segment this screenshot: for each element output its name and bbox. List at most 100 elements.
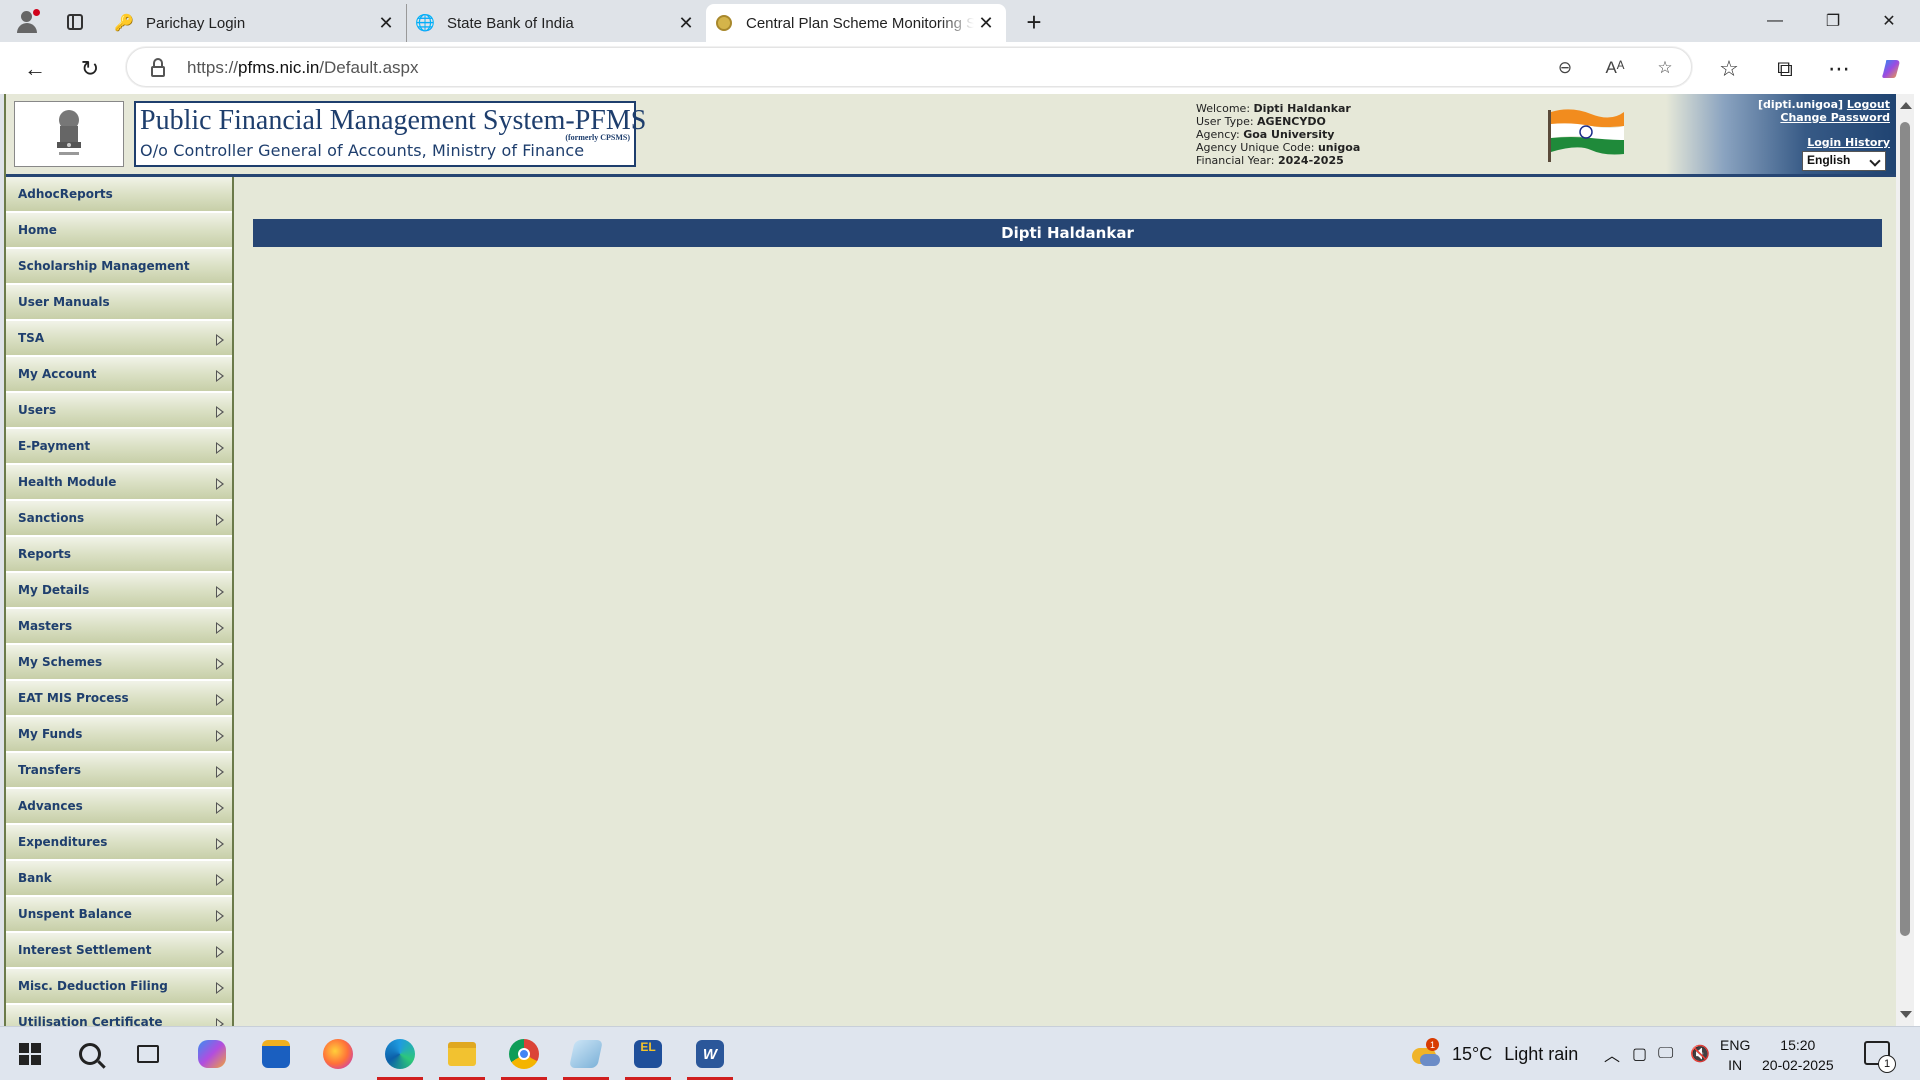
submenu-arrow-icon [216, 586, 224, 598]
scroll-down-icon[interactable] [1900, 1011, 1912, 1018]
sidebar-item-unspent-balance[interactable]: Unspent Balance [6, 897, 232, 933]
sidebar-item-users[interactable]: Users [6, 393, 232, 429]
file-explorer-icon[interactable] [439, 1034, 485, 1080]
el-app-icon[interactable]: EL [625, 1034, 671, 1080]
sidebar-item-tsa[interactable]: TSA [6, 321, 232, 357]
search-icon[interactable] [70, 1034, 110, 1074]
tab-title: State Bank of India [447, 14, 574, 32]
favorite-star-icon[interactable]: ☆ [1651, 55, 1679, 81]
change-password-link[interactable]: Change Password [1758, 111, 1890, 124]
firefox-icon[interactable] [318, 1034, 358, 1074]
restore-icon[interactable]: ❐ [1810, 6, 1856, 36]
notepad-icon[interactable] [563, 1034, 609, 1080]
profile-icon[interactable] [14, 9, 40, 35]
refresh-icon[interactable]: ↻ [75, 54, 105, 84]
sidebar-item-advances[interactable]: Advances [6, 789, 232, 825]
favorites-icon[interactable]: ☆ [1714, 54, 1744, 84]
sidebar-item-utilisation-certificate[interactable]: Utilisation Certificate [6, 1005, 232, 1026]
logout-link[interactable]: Logout [1847, 98, 1890, 111]
sidebar-item-interest-settlement[interactable]: Interest Settlement [6, 933, 232, 969]
sidebar-item-e-payment[interactable]: E-Payment [6, 429, 232, 465]
scroll-up-icon[interactable] [1900, 102, 1912, 109]
sidebar-item-masters[interactable]: Masters [6, 609, 232, 645]
start-windows-icon[interactable] [10, 1034, 50, 1074]
chrome-icon[interactable] [501, 1034, 547, 1080]
national-emblem-logo [14, 101, 124, 167]
sidebar-item-my-schemes[interactable]: My Schemes [6, 645, 232, 681]
sidebar-item-label: Scholarship Management [18, 259, 190, 273]
tab-state-bank[interactable]: 🌐 State Bank of India ✕ [406, 4, 706, 42]
volume-muted-icon[interactable]: 🔇 [1690, 1027, 1710, 1080]
sidebar-item-label: Reports [18, 547, 72, 561]
submenu-arrow-icon [216, 838, 224, 850]
sidebar-item-my-details[interactable]: My Details [6, 573, 232, 609]
edge-browser-icon[interactable] [377, 1034, 423, 1080]
read-aloud-icon[interactable]: Aᴬ [1601, 55, 1629, 81]
sidebar-item-health-module[interactable]: Health Module [6, 465, 232, 501]
globe-icon: 🌐 [415, 15, 435, 32]
address-bar[interactable]: https://pfms.nic.in/Default.aspx ⊖ Aᴬ ☆ [126, 47, 1692, 87]
submenu-arrow-icon [216, 514, 224, 526]
sidebar-item-misc-deduction-filing[interactable]: Misc. Deduction Filing [6, 969, 232, 1005]
clock-time: 15:20 [1780, 1037, 1816, 1053]
user-type: AGENCYDO [1257, 115, 1326, 128]
tab-actions-icon[interactable] [62, 9, 88, 35]
input-language[interactable]: ENG IN [1720, 1035, 1750, 1075]
sidebar-item-reports[interactable]: Reports [6, 537, 232, 573]
submenu-arrow-icon [216, 982, 224, 994]
close-icon[interactable]: ✕ [974, 11, 998, 35]
weather-temp: 15°C [1452, 1043, 1493, 1064]
sidebar-item-label: Masters [18, 619, 73, 633]
meet-now-icon[interactable]: ▢ [1632, 1027, 1647, 1080]
scrollbar-thumb[interactable] [1900, 122, 1910, 936]
sidebar-item-label: E-Payment [18, 439, 91, 453]
user-login-id: [dipti.unigoa] [1757, 98, 1844, 111]
system-clock[interactable]: 15:20 20-02-2025 [1762, 1035, 1834, 1075]
submenu-arrow-icon [216, 370, 224, 382]
financial-year: 2024-2025 [1277, 154, 1344, 167]
minimize-icon[interactable]: — [1752, 6, 1798, 36]
sidebar-item-adhocreports[interactable]: AdhocReports [6, 177, 232, 213]
back-arrow-icon[interactable]: ← [20, 54, 50, 84]
vertical-scrollbar[interactable] [1896, 94, 1914, 1026]
sidebar-item-label: Health Module [18, 475, 117, 489]
login-history-link[interactable]: Login History [1758, 136, 1890, 149]
sidebar-item-label: My Account [18, 367, 97, 381]
sidebar-item-bank[interactable]: Bank [6, 861, 232, 897]
copilot-app-icon[interactable] [192, 1034, 232, 1074]
pfms-logo[interactable]: Public Financial Management System-PFMS … [134, 101, 646, 167]
show-hidden-icons[interactable]: ︿ [1604, 1027, 1620, 1080]
language-select[interactable]: English [1802, 151, 1886, 171]
more-options-icon[interactable]: ⋯ [1824, 54, 1854, 84]
lock-icon[interactable] [151, 58, 165, 78]
tab-parichay-login[interactable]: 🔑 Parichay Login ✕ [106, 4, 406, 42]
sidebar-item-label: Misc. Deduction Filing [18, 979, 168, 993]
sidebar-item-home[interactable]: Home [6, 213, 232, 249]
url-text[interactable]: https://pfms.nic.in/Default.aspx [187, 58, 419, 78]
word-icon[interactable]: W [687, 1034, 733, 1080]
sidebar-item-sanctions[interactable]: Sanctions [6, 501, 232, 537]
sidebar-item-label: Advances [18, 799, 83, 813]
submenu-arrow-icon [216, 658, 224, 670]
sidebar-item-my-account[interactable]: My Account [6, 357, 232, 393]
sidebar-item-transfers[interactable]: Transfers [6, 753, 232, 789]
sidebar-item-label: My Details [18, 583, 90, 597]
zoom-out-icon[interactable]: ⊖ [1551, 55, 1579, 81]
close-window-icon[interactable]: ✕ [1866, 6, 1912, 36]
microsoft-store-icon[interactable] [256, 1034, 296, 1074]
sidebar-item-eat-mis-process[interactable]: EAT MIS Process [6, 681, 232, 717]
weather-widget[interactable]: 1 15°C Light rain [1410, 1027, 1578, 1080]
sidebar-item-expenditures[interactable]: Expenditures [6, 825, 232, 861]
collections-icon[interactable]: ⧉ [1770, 54, 1800, 84]
network-icon[interactable]: 🖵 [1658, 1027, 1673, 1080]
sidebar-item-my-funds[interactable]: My Funds [6, 717, 232, 753]
task-view-icon[interactable] [128, 1034, 168, 1074]
sidebar-item-scholarship-management[interactable]: Scholarship Management [6, 249, 232, 285]
close-icon[interactable]: ✕ [374, 11, 398, 35]
agency-name: Goa University [1243, 128, 1335, 141]
new-tab-icon[interactable]: + [1020, 7, 1048, 37]
tab-central-plan-scheme[interactable]: Central Plan Scheme Monitoring S ✕ [706, 4, 1006, 42]
sidebar-item-user-manuals[interactable]: User Manuals [6, 285, 232, 321]
close-icon[interactable]: ✕ [674, 11, 698, 35]
copilot-icon[interactable] [1878, 54, 1908, 84]
